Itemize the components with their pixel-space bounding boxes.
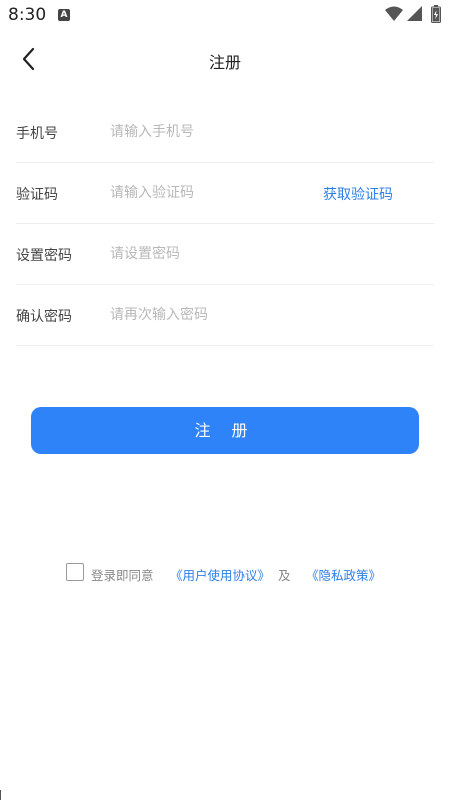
code-input[interactable] [110,181,310,205]
confirm-password-label: 确认密码 [16,309,72,325]
and-text: 及 [278,568,291,583]
agree-checkbox[interactable] [66,563,84,581]
phone-label: 手机号 [16,126,58,142]
phone-row: 手机号 [16,102,434,163]
code-row: 验证码 获取验证码 [16,163,434,224]
signal-icon [407,6,422,21]
confirm-password-row: 确认密码 [16,285,434,346]
corner-mark [0,790,5,800]
wifi-icon [385,6,403,21]
agree-prefix-text: 登录即同意 [91,568,154,583]
status-time: 8:30 [8,5,47,25]
register-button[interactable]: 注 册 [31,407,419,454]
get-code-button[interactable]: 获取验证码 [323,184,393,204]
page-title: 注册 [208,53,241,72]
password-label: 设置密码 [16,248,72,264]
phone-input[interactable] [110,120,310,144]
battery-icon [431,5,441,23]
nav-bar: 注册 [0,30,450,86]
notification-a-icon: A [58,9,70,21]
privacy-policy-link[interactable]: 《隐私政策》 [306,565,381,584]
code-label: 验证码 [16,187,58,203]
user-agreement-link[interactable]: 《用户使用协议》 [170,565,270,584]
register-form: 手机号 验证码 获取验证码 设置密码 确认密码 [16,102,434,346]
confirm-password-input[interactable] [110,303,310,327]
agreement-row: 登录即同意 《用户使用协议》 及 《隐私政策》 [66,563,406,583]
password-row: 设置密码 [16,224,434,285]
password-input[interactable] [110,242,310,266]
status-bar: 8:30 A [0,0,450,30]
